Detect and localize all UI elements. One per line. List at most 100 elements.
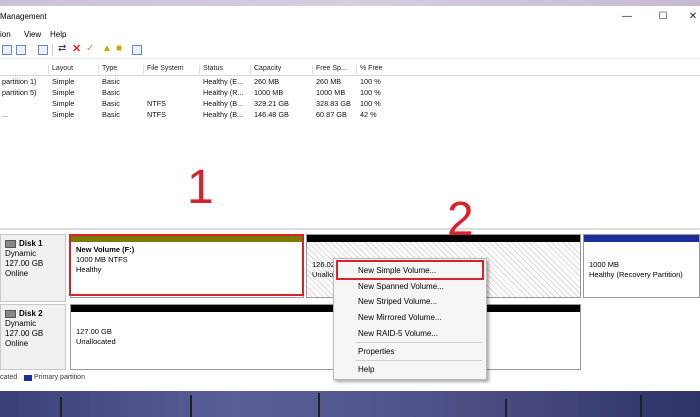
cell-free: 260 MB	[316, 77, 342, 86]
cell-capacity: 146.48 GB	[254, 110, 289, 119]
col-status[interactable]: Status	[199, 65, 223, 74]
folder-icon[interactable]: ■	[116, 43, 122, 54]
close-button[interactable]: ✕	[686, 10, 700, 24]
window-title: Management	[0, 12, 47, 21]
cell-status: Healthy (R...	[203, 88, 244, 97]
cell-status: Healthy (E...	[203, 77, 244, 86]
cell-capacity: 329.21 GB	[254, 99, 289, 108]
disk-state: Online	[5, 269, 29, 278]
cell-fs: NTFS	[147, 99, 167, 108]
cell-pct: 42 %	[360, 110, 377, 119]
partition-recovery[interactable]: 1000 MB Healthy (Recovery Partition)	[583, 234, 700, 298]
cell-layout: Simple	[52, 88, 75, 97]
cell-type: Basic	[102, 77, 120, 86]
menu-item-new-spanned-volume[interactable]: New Spanned Volume...	[358, 282, 444, 291]
cell-pct: 100 %	[360, 77, 381, 86]
partition-bar	[307, 235, 580, 242]
menu-separator	[356, 360, 482, 361]
cell-free: 328.83 GB	[316, 99, 351, 108]
back-icon[interactable]	[2, 45, 12, 55]
menu-item-new-raid5-volume[interactable]: New RAID-5 Volume...	[358, 329, 438, 338]
volume-list-header: Layout Type File System Status Capacity …	[0, 64, 700, 76]
disk-kind: Dynamic	[5, 319, 37, 328]
disk-state: Online	[5, 339, 29, 348]
disk-kind: Dynamic	[5, 249, 37, 258]
cell-volume: partition 1)	[2, 77, 37, 86]
partition-bar	[71, 305, 580, 312]
cell-volume: ...	[2, 110, 9, 119]
toolbar: ⇄ ✕ ✓ ▲ ■	[0, 42, 700, 59]
desktop-background-bottom	[0, 391, 700, 417]
legend-unallocated-label: cated	[0, 374, 18, 381]
check-icon[interactable]: ✓	[86, 43, 94, 54]
col-filesystem[interactable]: File System	[143, 65, 184, 74]
list-icon[interactable]	[132, 45, 142, 55]
menu-view[interactable]: View	[24, 30, 41, 39]
disk-size: 127.00 GB	[5, 329, 44, 338]
menu-item-new-striped-volume[interactable]: New Striped Volume...	[358, 297, 437, 306]
help-icon[interactable]	[38, 45, 48, 55]
col-percent-free[interactable]: % Free	[356, 65, 383, 74]
connect-icon[interactable]: ⇄	[58, 43, 66, 54]
col-capacity[interactable]: Capacity	[250, 65, 281, 74]
decorative-line	[505, 399, 507, 417]
cell-capacity: 1000 MB	[254, 88, 284, 97]
cell-layout: Simple	[52, 110, 75, 119]
cell-type: Basic	[102, 110, 120, 119]
cell-capacity: 260 MB	[254, 77, 280, 86]
menu-help[interactable]: Help	[50, 30, 66, 39]
step2-highlight-box	[336, 260, 484, 280]
menu-item-new-mirrored-volume[interactable]: New Mirrored Volume...	[358, 313, 442, 322]
table-row[interactable]: ... Simple Basic NTFS Healthy (B... 146.…	[0, 109, 700, 120]
partition-disk2-unallocated[interactable]: 127.00 GB Unallocated	[70, 304, 581, 370]
decorative-line	[318, 393, 320, 417]
partition-size: 127.00 GB	[76, 327, 112, 336]
partition-bar	[584, 235, 699, 242]
new-icon[interactable]: ▲	[102, 43, 112, 54]
disk-icon	[5, 310, 16, 318]
decorative-line	[640, 395, 642, 417]
cell-type: Basic	[102, 99, 120, 108]
menu-item-help[interactable]: Help	[358, 365, 374, 374]
cell-type: Basic	[102, 88, 120, 97]
disk-name: Disk 1	[19, 239, 43, 248]
col-free-space[interactable]: Free Sp...	[312, 65, 347, 74]
cell-free: 60.87 GB	[316, 110, 347, 119]
decorative-line	[190, 395, 192, 417]
pane-splitter[interactable]	[0, 228, 700, 230]
cell-layout: Simple	[52, 99, 75, 108]
table-row[interactable]: partition 1) Simple Basic Healthy (E... …	[0, 76, 700, 87]
disk-icon	[5, 240, 16, 248]
legend-primary-label: Primary partition	[34, 374, 85, 381]
title-bar: Management — ☐ ✕	[0, 6, 700, 28]
delete-icon[interactable]: ✕	[72, 42, 81, 55]
disk-2-label[interactable]: Disk 2 Dynamic 127.00 GB Online	[0, 304, 66, 370]
cell-status: Healthy (B...	[203, 99, 244, 108]
menu-bar: ion View Help	[0, 28, 700, 42]
partition-status: Healthy (Recovery Partition)	[589, 270, 683, 279]
cell-status: Healthy (B...	[203, 110, 244, 119]
maximize-button[interactable]: ☐	[656, 10, 670, 24]
menu-action[interactable]: ion	[0, 30, 11, 39]
cell-fs: NTFS	[147, 110, 167, 119]
menu-separator	[356, 342, 482, 343]
properties-icon[interactable]	[16, 45, 26, 55]
disk-name: Disk 2	[19, 309, 43, 318]
step2-annotation: 2	[447, 193, 474, 246]
partition-size: 1000 MB	[589, 260, 620, 269]
menu-item-properties[interactable]: Properties	[358, 347, 394, 356]
toolbar-separator	[52, 44, 53, 56]
table-row[interactable]: partition 5) Simple Basic Healthy (R... …	[0, 87, 700, 98]
minimize-button[interactable]: —	[620, 10, 634, 24]
partition-status: Unallocated	[76, 337, 116, 346]
cell-layout: Simple	[52, 77, 75, 86]
disk-1-label[interactable]: Disk 1 Dynamic 127.00 GB Online	[0, 234, 66, 302]
cell-volume: partition 5)	[2, 88, 37, 97]
step1-annotation: 1	[187, 161, 214, 214]
cell-pct: 100 %	[360, 99, 381, 108]
col-type[interactable]: Type	[98, 65, 117, 74]
col-layout[interactable]: Layout	[48, 65, 73, 74]
cell-pct: 100 %	[360, 88, 381, 97]
step1-highlight-box	[69, 234, 304, 296]
table-row[interactable]: Simple Basic NTFS Healthy (B... 329.21 G…	[0, 98, 700, 109]
